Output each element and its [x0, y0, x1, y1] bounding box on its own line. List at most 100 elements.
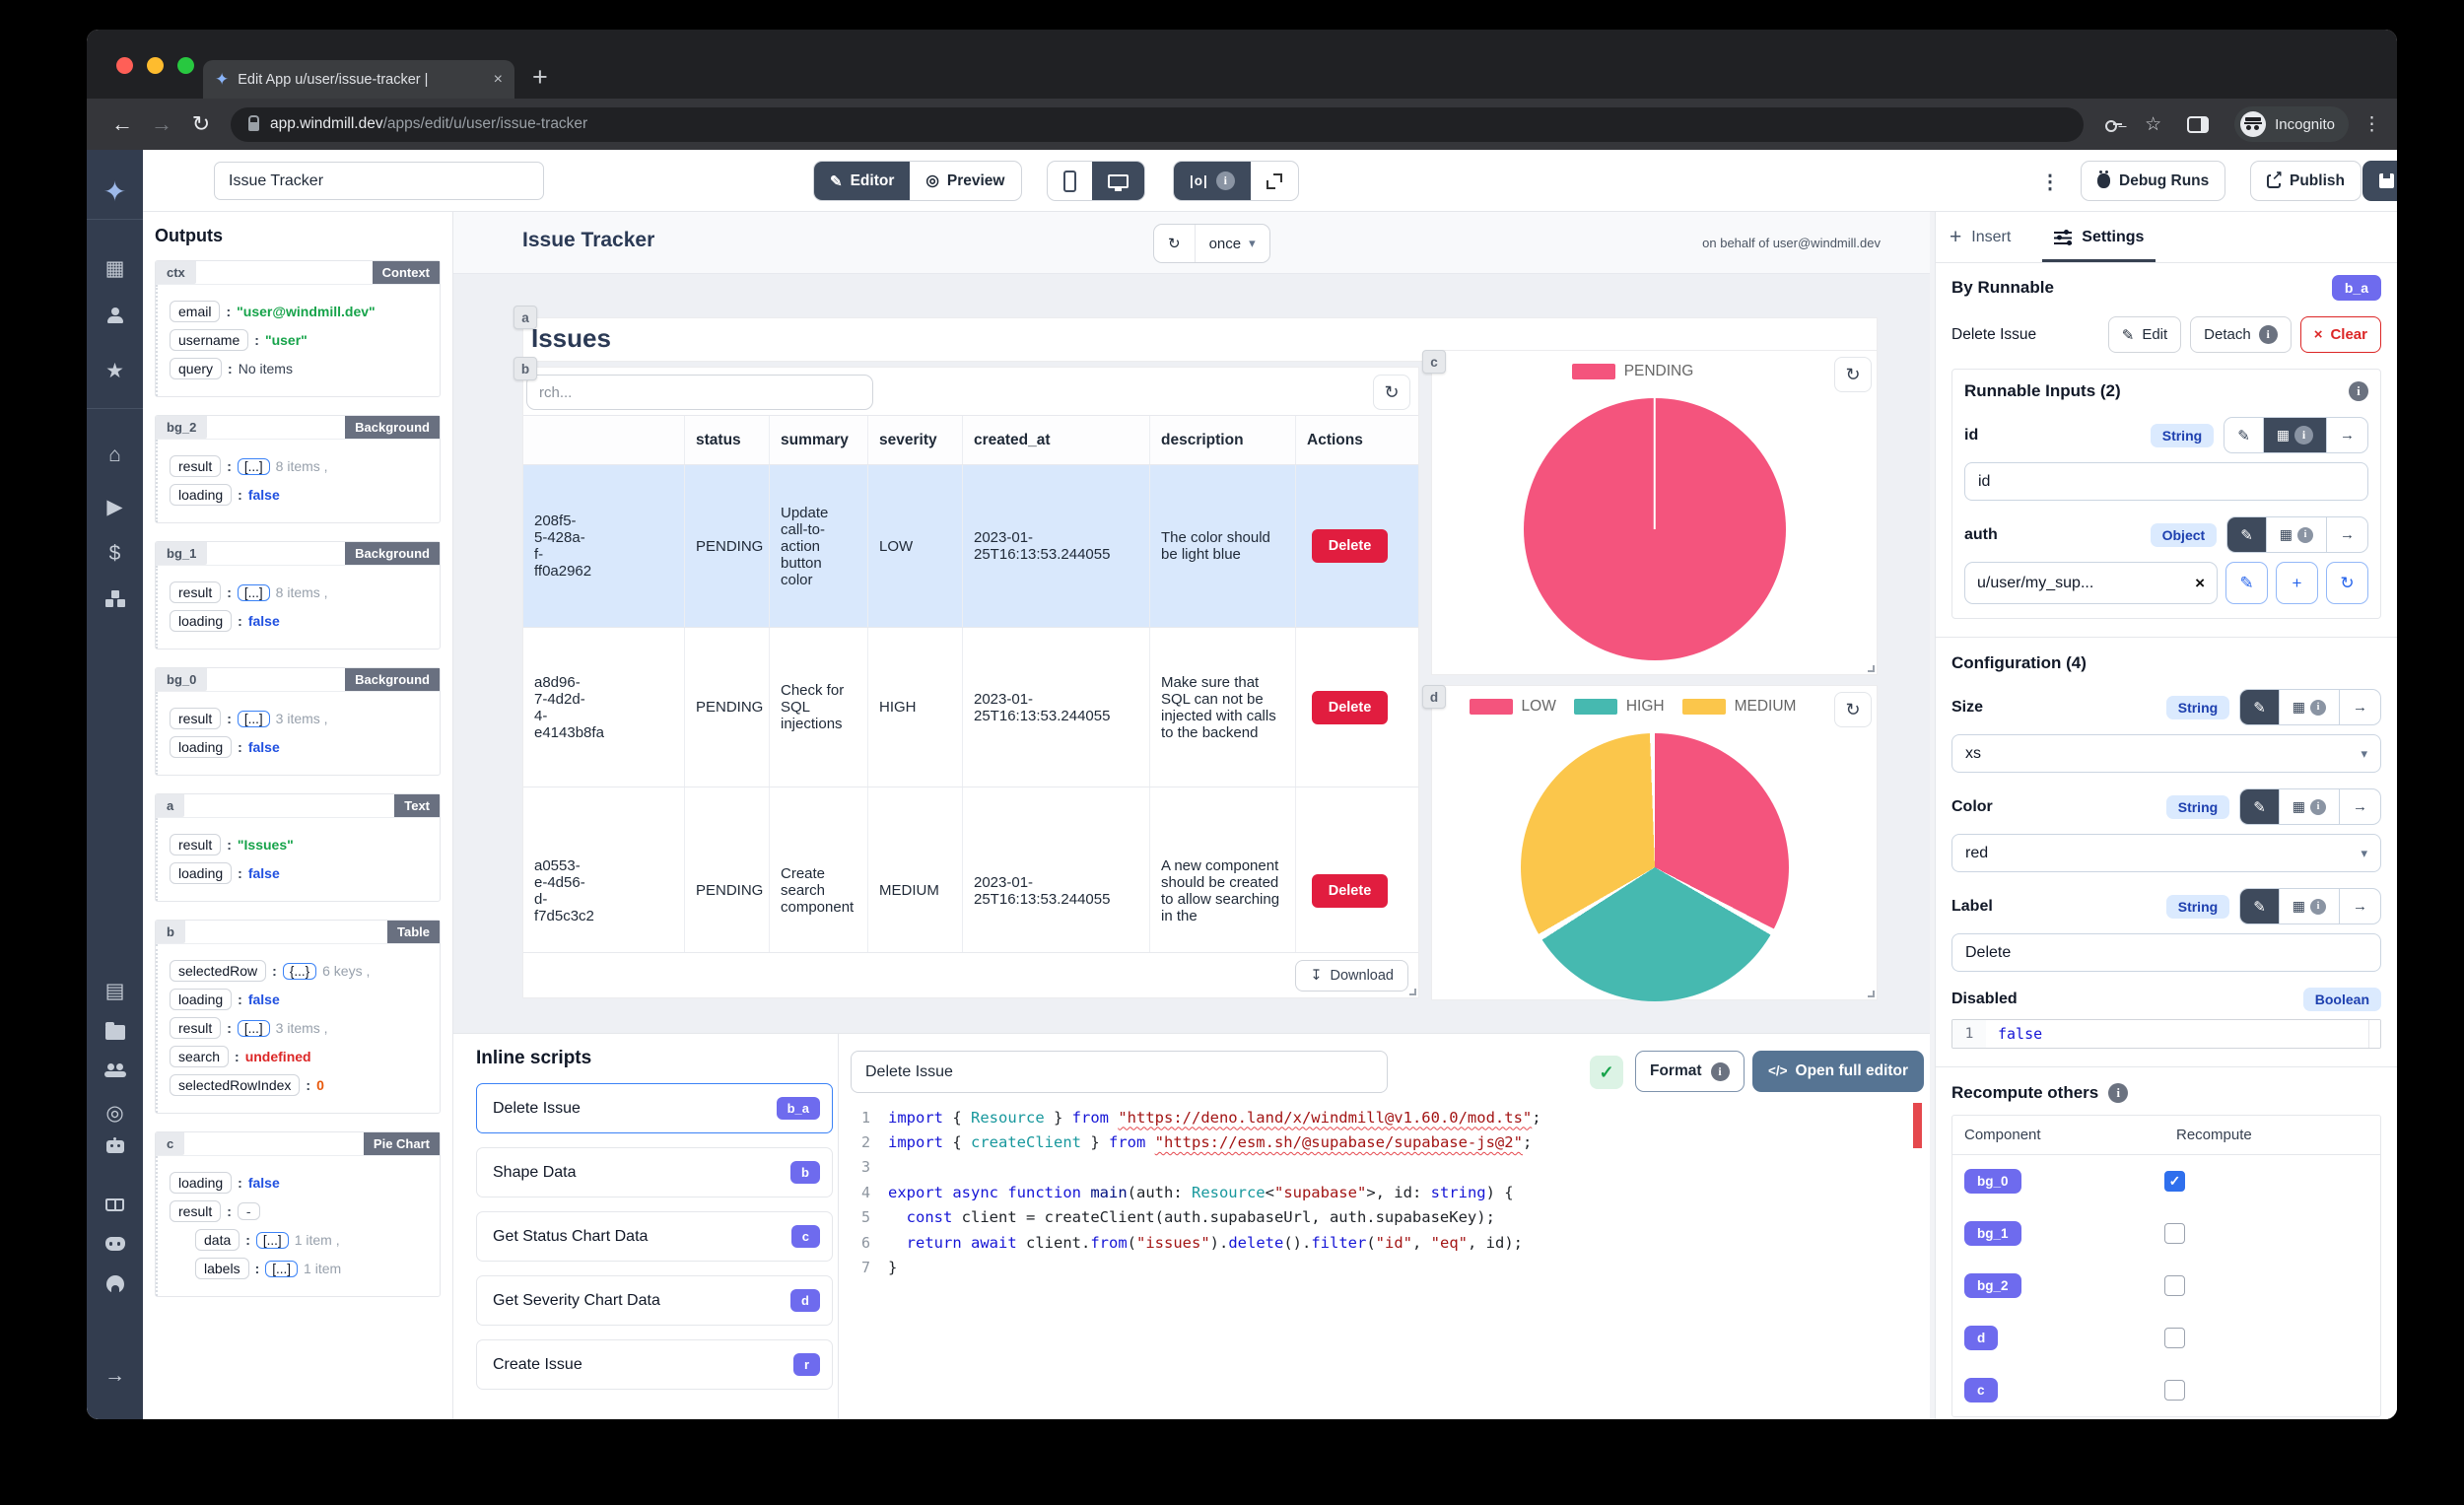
- chart-refresh-icon[interactable]: ↻: [1834, 692, 1872, 727]
- pie-chart-component-d[interactable]: d LOWHIGHMEDIUM ↻: [1431, 685, 1878, 1000]
- column-header-id[interactable]: [523, 416, 684, 464]
- favorites-star-icon[interactable]: ★: [87, 359, 143, 383]
- static-mode-button[interactable]: ✎: [2224, 418, 2263, 452]
- field-value-select[interactable]: red▾: [1951, 834, 2381, 872]
- bookmark-star-icon[interactable]: ☆: [2145, 113, 2161, 136]
- open-full-editor-button[interactable]: Open full editor: [1752, 1051, 1924, 1092]
- edit-runnable-button[interactable]: ✎Edit: [2108, 316, 2181, 353]
- browser-tab[interactable]: ✦ Edit App u/user/issue-tracker | ×: [203, 60, 514, 99]
- recompute-checkbox[interactable]: [2164, 1328, 2185, 1348]
- recompute-checkbox[interactable]: [2164, 1171, 2185, 1192]
- expand-pill[interactable]: [...]: [238, 1020, 270, 1037]
- save-button[interactable]: Save: [2362, 161, 2397, 201]
- tab-insert[interactable]: Insert: [1950, 212, 2011, 262]
- eval-mode-button[interactable]: →: [2339, 690, 2380, 724]
- workers-eye-icon[interactable]: ◎: [87, 1101, 143, 1126]
- legend-item[interactable]: LOW: [1470, 698, 1556, 716]
- collapsed-value-pill[interactable]: -: [238, 1202, 260, 1220]
- connect-mode-button[interactable]: ▦: [2279, 690, 2339, 724]
- output-card-id[interactable]: a: [156, 794, 184, 817]
- component-chip-c[interactable]: c: [1422, 350, 1446, 374]
- table-row[interactable]: 208f5-5-428a-f-ff0a2962PENDINGUpdate cal…: [523, 465, 1418, 628]
- minimize-window-button[interactable]: [147, 57, 164, 74]
- reload-icon[interactable]: ↻: [181, 111, 221, 137]
- eval-mode-button[interactable]: →: [2339, 889, 2380, 924]
- pie-chart-component-c[interactable]: c PENDING ↻: [1431, 350, 1878, 675]
- debug-runs-button[interactable]: Debug Runs: [2081, 161, 2225, 201]
- recompute-checkbox[interactable]: [2164, 1223, 2185, 1244]
- delete-row-button[interactable]: Delete: [1312, 691, 1389, 724]
- resize-handle[interactable]: [1409, 989, 1416, 995]
- static-mode-button[interactable]: ✎: [2227, 517, 2266, 552]
- table-component-b[interactable]: b rch... ↻ statussummaryseveritycreated_…: [522, 367, 1419, 998]
- canvas-refresh-icon[interactable]: ↻: [1154, 225, 1195, 262]
- variables-dollar-icon[interactable]: $: [87, 542, 143, 566]
- app-name-input[interactable]: [214, 162, 544, 200]
- tab-close-icon[interactable]: ×: [494, 71, 503, 89]
- desktop-view-button[interactable]: [1092, 162, 1144, 200]
- connect-mode-button[interactable]: ▦: [2279, 789, 2339, 824]
- component-chip-b[interactable]: b: [513, 357, 537, 380]
- inline-script-item[interactable]: Delete Issueb_a: [476, 1083, 833, 1133]
- publish-button[interactable]: Publish: [2250, 161, 2361, 201]
- output-card-id[interactable]: bg_0: [156, 668, 207, 691]
- table-search-input[interactable]: rch...: [526, 375, 873, 410]
- fullwidth-layout-button[interactable]: [1251, 162, 1298, 200]
- legend-item[interactable]: HIGH: [1574, 698, 1665, 716]
- refresh-resource-button[interactable]: ↻: [2326, 562, 2368, 604]
- connect-mode-button[interactable]: ▦: [2263, 418, 2326, 452]
- disabled-expression-editor[interactable]: 1false: [1951, 1019, 2381, 1049]
- runs-play-icon[interactable]: ▶: [87, 495, 143, 519]
- recompute-checkbox[interactable]: [2164, 1275, 2185, 1296]
- output-card-id[interactable]: bg_1: [156, 542, 207, 565]
- component-chip-a[interactable]: a: [513, 306, 537, 329]
- apps-icon[interactable]: ▦: [87, 256, 143, 281]
- windmill-logo[interactable]: ✦: [87, 175, 143, 208]
- expand-pill[interactable]: [...]: [238, 711, 270, 727]
- close-window-button[interactable]: [116, 57, 133, 74]
- output-card-id[interactable]: bg_2: [156, 416, 207, 439]
- clear-resource-icon[interactable]: ×: [2195, 574, 2205, 593]
- back-icon[interactable]: ←: [103, 111, 142, 137]
- output-card-id[interactable]: b: [156, 921, 185, 943]
- worker-groups-robot-icon[interactable]: [87, 1137, 143, 1158]
- field-value-input[interactable]: id: [1964, 462, 2368, 501]
- edit-resource-button[interactable]: ✎: [2225, 562, 2268, 604]
- forward-icon[interactable]: →: [142, 111, 181, 137]
- expand-pill[interactable]: [...]: [256, 1232, 289, 1249]
- password-key-icon[interactable]: [2105, 121, 2121, 128]
- inline-script-item[interactable]: Get Severity Chart Datad: [476, 1275, 833, 1326]
- github-icon[interactable]: [87, 1275, 143, 1298]
- recompute-checkbox[interactable]: [2164, 1380, 2185, 1401]
- schedules-icon[interactable]: ▤: [87, 979, 143, 1003]
- delete-row-button[interactable]: Delete: [1312, 874, 1389, 908]
- home-icon[interactable]: ⌂: [87, 444, 143, 467]
- resize-handle[interactable]: [1868, 991, 1875, 997]
- resize-handle[interactable]: [1868, 665, 1875, 672]
- expand-pill[interactable]: [...]: [238, 584, 270, 601]
- more-options-icon[interactable]: ⋮: [2040, 170, 2060, 194]
- eval-mode-button[interactable]: →: [2326, 418, 2367, 452]
- component-chip-d[interactable]: d: [1422, 685, 1446, 709]
- preview-mode-button[interactable]: ◎Preview: [910, 162, 1020, 200]
- connect-mode-button[interactable]: ▦: [2279, 889, 2339, 924]
- download-button[interactable]: ↧Download: [1295, 960, 1408, 992]
- inline-script-item[interactable]: Get Status Chart Datac: [476, 1211, 833, 1262]
- expand-pill[interactable]: [...]: [265, 1261, 298, 1277]
- static-mode-button[interactable]: ✎: [2240, 889, 2279, 924]
- mobile-view-button[interactable]: [1048, 162, 1092, 200]
- discord-icon[interactable]: [87, 1237, 143, 1256]
- column-header-created_at[interactable]: created_at: [962, 416, 1149, 464]
- add-resource-button[interactable]: +: [2276, 562, 2318, 604]
- collapse-arrow-icon[interactable]: →: [87, 1364, 143, 1388]
- browser-menu-icon[interactable]: ⋮: [2362, 113, 2381, 136]
- table-row[interactable]: a0553-e-4d56-d-f7d5c3c2PENDINGCreate sea…: [523, 787, 1418, 952]
- detach-button[interactable]: Detach: [2190, 316, 2292, 353]
- output-card-id[interactable]: ctx: [156, 261, 196, 284]
- expand-pill[interactable]: {...}: [283, 963, 316, 980]
- user-icon[interactable]: [87, 308, 143, 327]
- delete-row-button[interactable]: Delete: [1312, 529, 1389, 563]
- column-header-status[interactable]: status: [684, 416, 769, 464]
- clear-button[interactable]: ×Clear: [2300, 316, 2381, 353]
- docs-book-icon[interactable]: [87, 1198, 143, 1216]
